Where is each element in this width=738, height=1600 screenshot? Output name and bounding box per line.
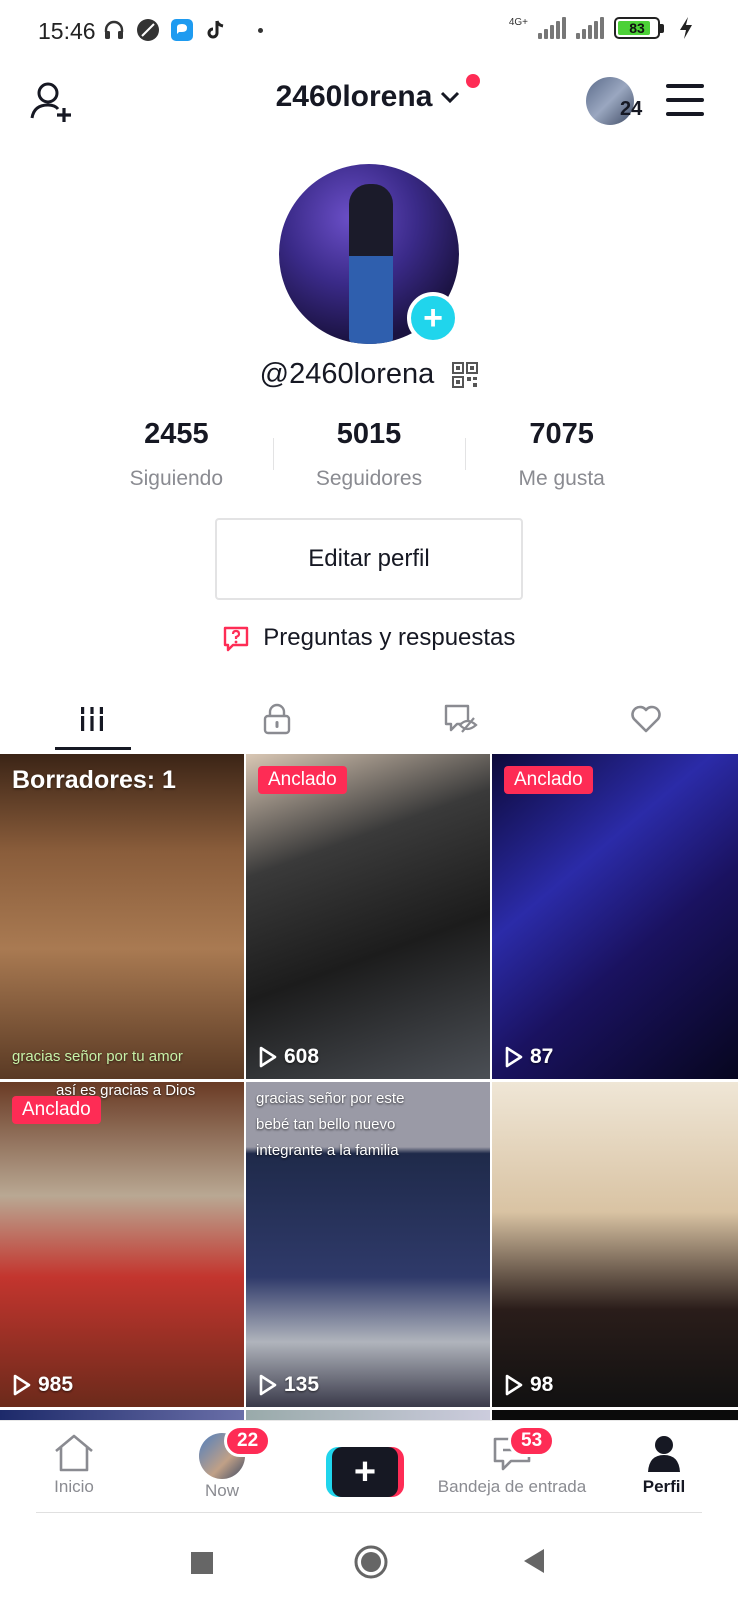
pinned-badge: Anclado xyxy=(12,1096,101,1124)
notification-dot xyxy=(466,74,481,88)
content-tabs xyxy=(0,688,738,750)
chevron-down-icon xyxy=(441,91,460,104)
play-icon xyxy=(505,1374,523,1396)
video-overlay-text: gracias señor por este bebé tan bello nu… xyxy=(256,1090,405,1159)
stat-label: Siguiendo xyxy=(129,467,224,490)
profile-person-icon xyxy=(648,1436,680,1472)
stat-value: 7075 xyxy=(529,418,594,450)
menu-button[interactable] xyxy=(666,84,704,116)
view-count: 87 xyxy=(504,1045,553,1069)
status-bar: 15:46 4G+ 83 xyxy=(0,0,738,64)
qa-link[interactable]: Preguntas y respuestas xyxy=(0,624,738,652)
drafts-caption: gracias señor por tu amor xyxy=(12,1048,183,1065)
bottom-nav: Inicio 22 Now + 53 Bandeja de entrada Pe… xyxy=(0,1420,738,1512)
video-tile[interactable]: 98 xyxy=(492,1082,738,1407)
pinned-badge: Anclado xyxy=(504,766,593,794)
handle-row: @2460lorena xyxy=(0,358,738,391)
now-badge: 22 xyxy=(224,1425,272,1457)
view-count: 608 xyxy=(258,1045,319,1069)
drafts-tile[interactable]: Borradores: 1 gracias señor por tu amor xyxy=(0,754,244,1079)
messenger-icon xyxy=(170,18,194,42)
stat-following[interactable]: 2455 Siguiendo xyxy=(80,418,273,491)
profile-handle: @2460lorena xyxy=(259,358,435,390)
tab-reposts[interactable] xyxy=(369,688,554,750)
drafts-label: Borradores: 1 xyxy=(12,766,176,794)
video-tile[interactable]: Anclado 608 xyxy=(246,754,490,1079)
signal-2-icon xyxy=(576,17,604,39)
menu-hamburger-icon xyxy=(666,84,704,88)
view-count-value: 87 xyxy=(530,1045,554,1068)
nav-profile-label: Perfil xyxy=(642,1477,686,1496)
back-triangle-icon[interactable] xyxy=(522,1548,546,1579)
nav-home-label: Inicio xyxy=(54,1477,94,1496)
nav-divider xyxy=(36,1512,702,1513)
play-icon xyxy=(13,1374,31,1396)
network-type: 4G+ xyxy=(508,16,528,28)
battery-level: 83 xyxy=(629,20,645,36)
stat-label: Me gusta xyxy=(518,467,605,490)
status-system-icons: 4G+ 83 xyxy=(509,16,698,40)
stat-followers[interactable]: 5015 Seguidores xyxy=(272,418,466,491)
tab-videos[interactable] xyxy=(0,688,185,750)
play-icon xyxy=(505,1046,523,1068)
stat-likes[interactable]: 7075 Me gusta xyxy=(465,418,658,491)
home-circle-icon[interactable] xyxy=(353,1544,389,1585)
headphones-icon xyxy=(102,18,126,42)
nav-profile[interactable]: Perfil xyxy=(590,1421,738,1512)
nav-home[interactable]: Inicio xyxy=(0,1421,148,1512)
friends-count: 24 xyxy=(620,98,643,120)
status-notification-icons xyxy=(102,18,263,42)
dnd-circle-icon xyxy=(136,18,160,42)
edit-profile-button[interactable]: Editar perfil xyxy=(215,518,523,600)
more-notifications-dot-icon xyxy=(258,27,263,33)
charging-bolt-icon xyxy=(674,16,698,40)
view-count: 98 xyxy=(504,1373,553,1397)
question-bubble-icon xyxy=(223,626,249,652)
recents-square-icon[interactable] xyxy=(191,1552,213,1579)
stat-label: Seguidores xyxy=(315,467,423,490)
profile-header: 2460lorena 24 xyxy=(0,64,738,134)
create-button[interactable]: + xyxy=(296,1421,434,1512)
heart-icon xyxy=(630,705,661,733)
video-tile[interactable]: así es gracias a Dios Anclado 985 xyxy=(0,1082,244,1407)
nav-now-label: Now xyxy=(204,1481,239,1500)
view-count-value: 985 xyxy=(38,1373,74,1396)
tab-private[interactable] xyxy=(185,688,370,750)
signal-icon xyxy=(538,17,566,39)
stat-value: 2455 xyxy=(144,418,209,450)
qr-code-icon[interactable] xyxy=(452,362,479,389)
pinned-badge: Anclado xyxy=(258,766,347,794)
play-icon xyxy=(259,1046,277,1068)
view-count-value: 608 xyxy=(284,1045,320,1068)
account-switcher[interactable]: 2460lorena xyxy=(275,74,481,114)
grid-bars-icon xyxy=(79,707,106,731)
view-count-value: 135 xyxy=(284,1373,320,1396)
tiktok-icon xyxy=(204,18,228,42)
video-tile[interactable]: Anclado 87 xyxy=(492,754,738,1079)
add-story-plus-icon[interactable]: + xyxy=(407,292,459,344)
header-username: 2460lorena xyxy=(275,80,433,113)
system-nav-bar xyxy=(0,1520,738,1600)
view-count-value: 98 xyxy=(530,1373,554,1396)
play-icon xyxy=(259,1374,277,1396)
view-count: 985 xyxy=(12,1373,73,1397)
qa-label: Preguntas y respuestas xyxy=(263,624,516,651)
nav-now[interactable]: 22 Now xyxy=(148,1421,296,1512)
inbox-badge: 53 xyxy=(508,1425,556,1457)
video-tile[interactable]: gracias señor por este bebé tan bello nu… xyxy=(246,1082,490,1407)
video-grid: Borradores: 1 gracias señor por tu amor … xyxy=(0,754,738,1424)
home-icon xyxy=(55,1434,93,1472)
nav-inbox-label: Bandeja de entrada xyxy=(437,1477,587,1496)
lock-icon xyxy=(263,703,290,735)
view-count: 135 xyxy=(258,1373,319,1397)
hidden-repost-icon xyxy=(445,704,478,733)
nav-inbox[interactable]: 53 Bandeja de entrada xyxy=(434,1421,590,1512)
profile-stats: 2455 Siguiendo 5015 Seguidores 7075 Me g… xyxy=(80,418,658,491)
tab-liked[interactable] xyxy=(554,688,738,750)
status-time: 15:46 xyxy=(38,18,96,44)
create-plus-icon: + xyxy=(326,1447,404,1497)
stat-value: 5015 xyxy=(336,418,402,450)
battery-icon: 83 xyxy=(614,17,664,39)
